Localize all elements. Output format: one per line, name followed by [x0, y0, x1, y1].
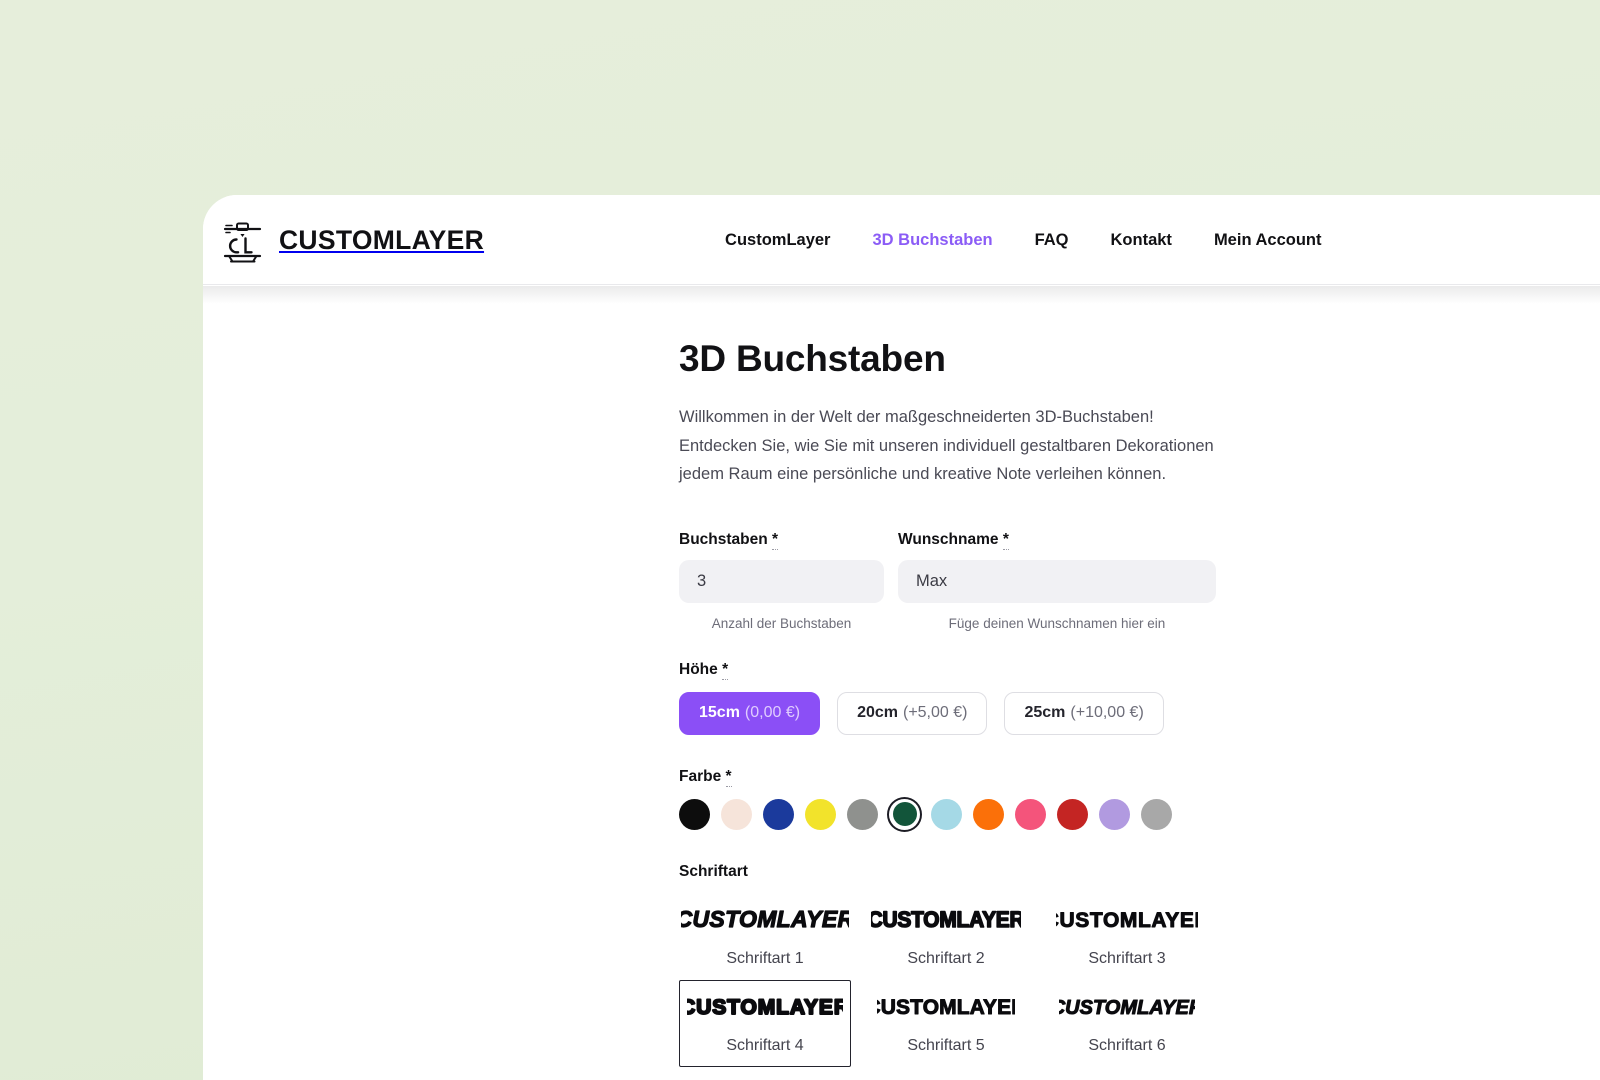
color-swatch-gelb[interactable]: [805, 798, 836, 830]
letter-count-input-shell[interactable]: [679, 559, 953, 603]
color-swatch-fill: [1057, 798, 1088, 830]
height-option-15cm[interactable]: 15cm (0,00 €): [679, 691, 821, 735]
svg-text:CUSTOMLAYER: CUSTOMLAYER: [877, 996, 1015, 1019]
font-sample-image-3: CUSTOMLAYER: [1056, 902, 1198, 936]
color-section: Farbe *: [679, 767, 1600, 830]
color-swatch-pink[interactable]: [1015, 798, 1046, 830]
color-swatch-fill: [721, 798, 752, 830]
nav-item-customlayer[interactable]: CustomLayer: [704, 225, 851, 256]
required-marker: *: [1002, 530, 1009, 550]
font-sample-image-2: CUSTOMLAYER: [871, 902, 1021, 936]
brand-name: CUSTOMLAYER: [279, 224, 485, 255]
color-swatch-fill: [931, 798, 962, 830]
site-card: CUSTOMLAYER CustomLayer 3D Buchstaben FA…: [203, 195, 1600, 1080]
letter-count-input[interactable]: [679, 559, 935, 603]
label-wunschname: Wunschname *: [898, 530, 1009, 550]
label-schriftart: Schriftart: [679, 862, 748, 880]
font-option-label-3: Schriftart 3: [1088, 949, 1166, 967]
height-option-25cm[interactable]: 25cm (+10,00 €): [1004, 691, 1164, 735]
label-hoehe: Höhe *: [679, 660, 729, 680]
font-option-label-6: Schriftart 6: [1088, 1036, 1166, 1054]
font-option-6[interactable]: CUSTOMLAYER Schriftart 6: [1041, 980, 1213, 1067]
font-option-label-2: Schriftart 2: [907, 949, 985, 967]
color-swatch-schwarz[interactable]: [679, 798, 710, 830]
required-marker: *: [722, 660, 729, 680]
wish-name-helper: Füge deinen Wunschnamen hier ein: [948, 615, 1166, 631]
color-swatch-fill: [805, 798, 836, 830]
color-swatch-fill: [973, 798, 1004, 830]
font-option-3[interactable]: CUSTOMLAYER Schriftart 3: [1041, 893, 1213, 980]
letter-count-helper: Anzahl der Buchstaben: [711, 615, 852, 631]
font-option-1[interactable]: CUSTOMLAYER Schriftart 1: [679, 893, 851, 980]
color-swatch-lila[interactable]: [1099, 798, 1130, 830]
font-option-2[interactable]: CUSTOMLAYER Schriftart 2: [860, 893, 1032, 980]
font-option-label-5: Schriftart 5: [907, 1036, 985, 1054]
wish-name-input-shell[interactable]: [898, 559, 1216, 603]
color-swatch-creme[interactable]: [721, 798, 752, 830]
site-header: CUSTOMLAYER CustomLayer 3D Buchstaben FA…: [203, 195, 1600, 285]
height-option-20cm[interactable]: 20cm (+5,00 €): [837, 691, 988, 735]
font-sample-image-6: CUSTOMLAYER: [1059, 989, 1195, 1023]
nav-item-faq[interactable]: FAQ: [1014, 225, 1090, 256]
color-swatch-fill: [847, 798, 878, 830]
font-option-5[interactable]: CUSTOMLAYER Schriftart 5: [860, 980, 1032, 1067]
cl-3d-printer-logo-icon: [223, 222, 262, 263]
page-title: 3D Buchstaben: [679, 338, 946, 379]
font-option-label-1: Schriftart 1: [726, 949, 804, 967]
page-intro-text: Willkommen in der Welt der maßgeschneide…: [679, 408, 1214, 483]
color-swatch-orange[interactable]: [973, 798, 1004, 830]
required-marker: *: [725, 767, 732, 787]
color-swatch-rot[interactable]: [1057, 798, 1088, 830]
required-marker: *: [772, 530, 779, 550]
color-swatch-fill: [892, 802, 917, 826]
nav-item-kontakt[interactable]: Kontakt: [1090, 225, 1193, 256]
height-options: 15cm (0,00 €) 20cm (+5,00 €) 25cm (+10,0…: [679, 691, 1600, 735]
label-buchstaben: Buchstaben *: [679, 530, 779, 550]
color-swatch-fill: [763, 798, 794, 830]
font-sample-image-5: CUSTOMLAYER: [877, 989, 1015, 1023]
color-swatch-fill: [1015, 798, 1046, 830]
font-option-4[interactable]: CUSTOMLAYER Schriftart 4: [679, 979, 851, 1067]
wish-name-input[interactable]: [898, 559, 1216, 603]
svg-text:CUSTOMLAYER: CUSTOMLAYER: [1056, 909, 1198, 932]
nav-item-3d-buchstaben[interactable]: 3D Buchstaben: [851, 225, 1013, 256]
page-content: 3D Buchstaben Willkommen in der Welt der…: [203, 285, 1600, 1067]
main-nav: CustomLayer 3D Buchstaben FAQ Kontakt Me…: [704, 225, 1342, 256]
color-swatch-fill: [1141, 798, 1172, 830]
color-swatch-silber[interactable]: [1141, 798, 1172, 830]
color-swatch-dunkelgruen[interactable]: [889, 799, 920, 830]
svg-text:CUSTOMLAYER: CUSTOMLAYER: [681, 906, 849, 932]
svg-text:CUSTOMLAYER: CUSTOMLAYER: [687, 996, 843, 1019]
font-options-grid: CUSTOMLAYER Schriftart 1 CUSTOMLAYER Schrif…: [679, 893, 1600, 1067]
font-section: Schriftart CUSTOMLAYER Schriftart 1 CUSTOM…: [679, 863, 1600, 1067]
color-swatch-fill: [679, 798, 710, 830]
color-swatch-dunkelblau[interactable]: [763, 798, 794, 830]
color-swatches: [679, 798, 1600, 830]
field-letter-count: Buchstaben * Anzahl der Buchstaben: [679, 530, 953, 631]
field-wish-name: Wunschname * Füge deinen Wunschnamen hie…: [898, 530, 1216, 631]
brand-home-link[interactable]: CUSTOMLAYER: [220, 215, 484, 265]
font-sample-image-4: CUSTOMLAYER: [687, 989, 843, 1023]
text-fields-row: Buchstaben * Anzahl der Buchstaben Wunsc…: [679, 530, 1600, 631]
label-farbe: Farbe *: [679, 767, 732, 787]
font-sample-image-1: CUSTOMLAYER: [681, 902, 849, 936]
height-section: Höhe * 15cm (0,00 €) 20cm (+5,00 €) 25cm…: [679, 660, 1600, 735]
font-option-label-4: Schriftart 4: [726, 1036, 804, 1054]
nav-item-mein-account[interactable]: Mein Account: [1193, 225, 1343, 256]
color-swatch-fill: [1099, 798, 1130, 830]
color-swatch-hellblau[interactable]: [931, 798, 962, 830]
svg-text:CUSTOMLAYER: CUSTOMLAYER: [1059, 997, 1195, 1019]
svg-text:CUSTOMLAYER: CUSTOMLAYER: [871, 907, 1021, 932]
color-swatch-grau[interactable]: [847, 798, 878, 830]
